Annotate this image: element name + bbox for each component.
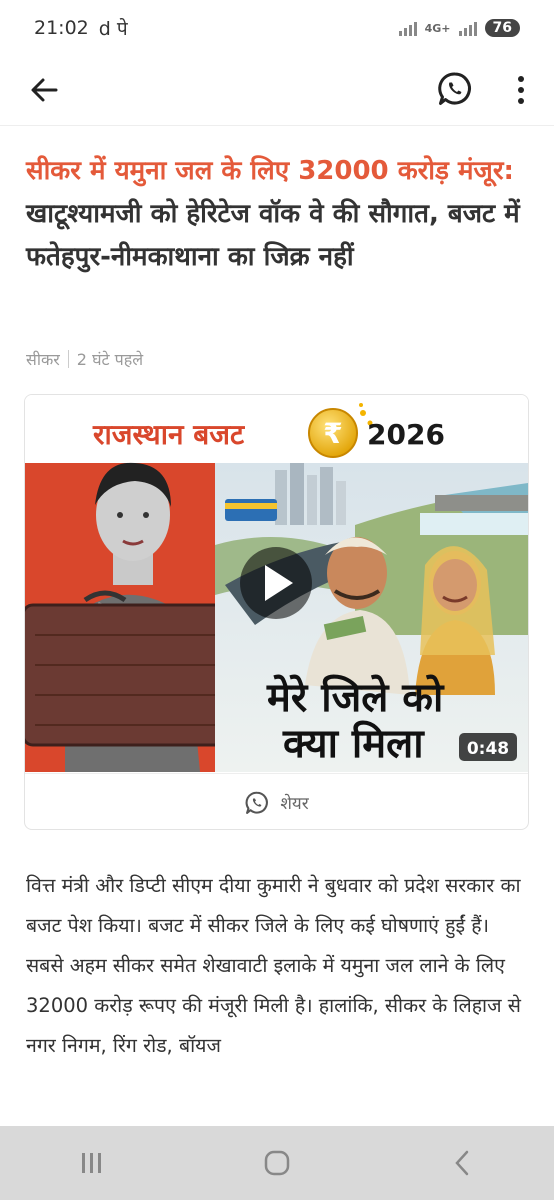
banner-year: 2026	[367, 418, 445, 451]
network-label: 4G+	[424, 21, 451, 35]
article-body: वित्त मंत्री और डिप्टी सीएम दीया कुमारी …	[26, 874, 521, 1057]
home-button[interactable]	[247, 1143, 307, 1183]
bus	[225, 499, 277, 521]
recent-apps-icon	[82, 1153, 102, 1173]
article-headline: सीकर में यमुना जल के लिए 32000 करोड़ मंज…	[26, 150, 531, 279]
chevron-left-icon	[454, 1150, 468, 1176]
article-time: 2 घंटे पहले	[76, 350, 144, 369]
battery-level: 76	[484, 19, 520, 37]
caption-line-2: क्या मिला	[282, 720, 425, 767]
app-bar	[0, 56, 554, 126]
status-right: 4G+ 76	[398, 19, 520, 37]
home-icon	[264, 1150, 290, 1176]
back-button[interactable]	[26, 72, 62, 108]
system-nav-bar	[0, 1126, 554, 1200]
article-location[interactable]: सीकर	[26, 348, 60, 370]
back-arrow-icon	[31, 78, 58, 102]
coin-symbol: ₹	[323, 417, 342, 450]
more-vertical-icon	[518, 76, 524, 104]
article-meta: सीकर 2 घंटे पहले	[26, 348, 143, 370]
share-button[interactable]: शेयर	[25, 773, 528, 829]
recent-apps-button[interactable]	[62, 1143, 122, 1183]
banner-title: राजस्थान बजट	[92, 418, 245, 451]
whatsapp-icon	[438, 72, 471, 105]
video-card: राजस्थान बजट ₹ 2026 मेरे जिले को क्या मि…	[24, 394, 529, 830]
canal-bridge	[435, 495, 528, 511]
video-duration: 0:48	[467, 739, 509, 759]
play-button[interactable]	[240, 547, 312, 619]
status-time: 21:02	[34, 17, 89, 39]
headline-rest: खाटूश्यामजी को हेरिटेज वॉक वे की सौगात, …	[26, 199, 520, 272]
status-bar: 21:02 d पे 4G+ 76	[0, 0, 554, 56]
video-thumbnail[interactable]: राजस्थान बजट ₹ 2026 मेरे जिले को क्या मि…	[25, 395, 528, 772]
whatsapp-icon	[245, 791, 269, 814]
share-label: शेयर	[280, 794, 309, 814]
meta-divider	[67, 350, 69, 368]
wifi-signal-icon	[398, 20, 417, 36]
caption-line-1: मेरे जिले को	[266, 674, 445, 721]
notification-glyphs: d पे	[98, 18, 128, 40]
more-options-button[interactable]	[506, 72, 536, 108]
headline-highlight: सीकर में यमुना जल के लिए 32000 करोड़ मंज…	[26, 156, 514, 186]
status-left: 21:02 d पे	[34, 15, 128, 41]
cell-signal-icon	[458, 20, 477, 36]
nav-back-button[interactable]	[432, 1143, 492, 1183]
whatsapp-share-button[interactable]	[436, 70, 474, 108]
